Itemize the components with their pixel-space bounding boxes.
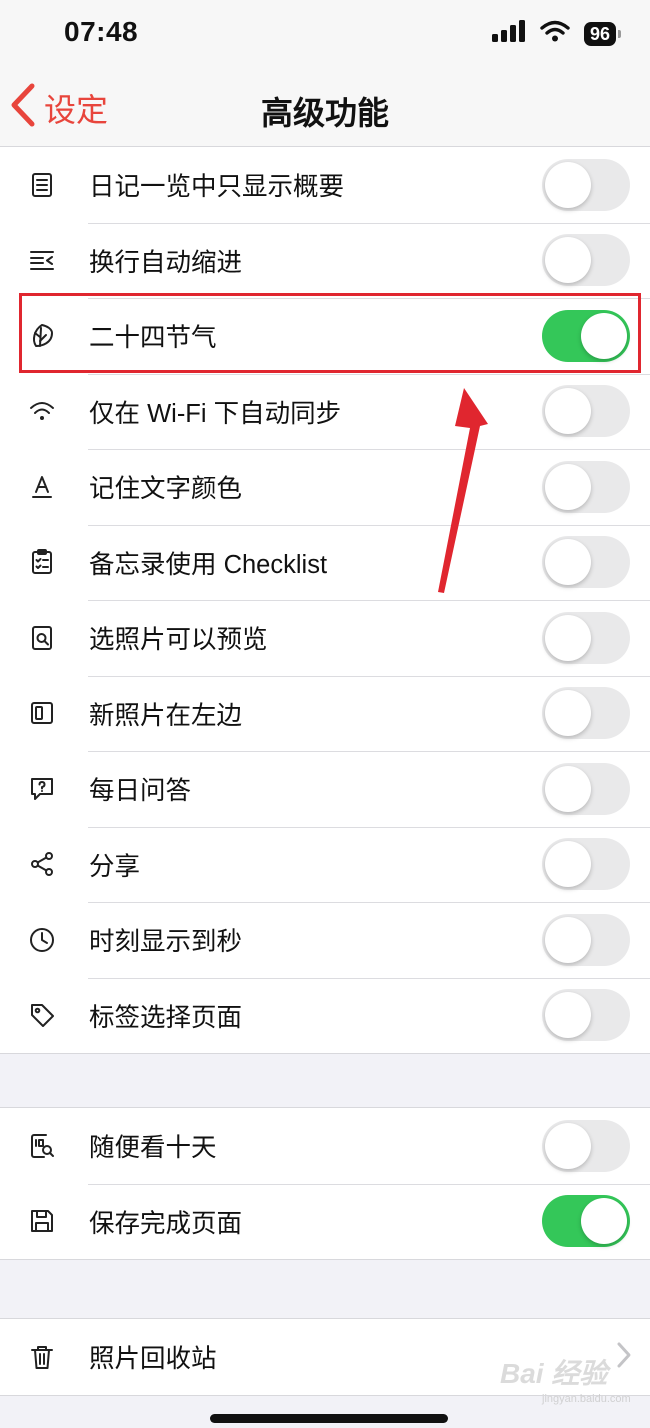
- settings-row-label: 日记一览中只显示概要: [89, 173, 345, 202]
- settings-row[interactable]: 标签选择页面: [0, 977, 650, 1054]
- toggle-switch[interactable]: [542, 309, 630, 362]
- toggle-switch[interactable]: [542, 913, 630, 966]
- settings-row-label: 随便看十天: [89, 1134, 217, 1163]
- question-bubble-icon: [27, 774, 57, 804]
- settings-group-pages: 随便看十天保存完成页面: [0, 1107, 650, 1260]
- settings-row[interactable]: 记住文字颜色: [0, 449, 650, 525]
- status-time: 07:48: [64, 16, 139, 47]
- toggle-knob: [545, 916, 591, 963]
- list-document-icon: [27, 170, 57, 200]
- home-indicator: [210, 1414, 448, 1423]
- settings-row-label: 标签选择页面: [89, 1003, 243, 1032]
- wifi-icon: [27, 396, 57, 426]
- toggle-knob: [581, 312, 627, 359]
- settings-row[interactable]: 仅在 Wi-Fi 下自动同步: [0, 373, 650, 450]
- ten-days-icon: [27, 1131, 57, 1161]
- toggle-knob: [581, 1198, 627, 1245]
- toggle-knob: [545, 539, 591, 586]
- settings-row-label: 每日问答: [89, 777, 192, 806]
- status-icons: 96: [491, 20, 622, 47]
- status-bar: 07:48 96: [0, 0, 650, 70]
- toggle-switch[interactable]: [542, 536, 630, 589]
- settings-row[interactable]: 选照片可以预览: [0, 600, 650, 676]
- toggle-switch[interactable]: [542, 762, 630, 815]
- watermark-logo: Bai 经验: [500, 1358, 608, 1389]
- toggle-switch[interactable]: [542, 1195, 630, 1248]
- toggle-knob: [545, 992, 591, 1039]
- toggle-switch[interactable]: [542, 385, 630, 438]
- settings-row-label: 备忘录使用 Checklist: [89, 550, 328, 579]
- toggle-knob: [545, 161, 591, 208]
- trash-icon: [27, 1342, 57, 1372]
- settings-row[interactable]: 随便看十天: [0, 1108, 650, 1184]
- page-title: 高级功能: [260, 95, 389, 131]
- cellular-signal-icon: [491, 20, 526, 47]
- settings-row-label: 分享: [89, 852, 141, 881]
- toggle-switch[interactable]: [542, 234, 630, 287]
- checklist-icon: [27, 547, 57, 577]
- toggle-switch[interactable]: [542, 611, 630, 664]
- settings-row[interactable]: 换行自动缩进: [0, 222, 650, 299]
- toggle-knob: [545, 614, 591, 661]
- toggle-knob: [545, 237, 591, 284]
- settings-row[interactable]: 二十四节气: [0, 298, 650, 374]
- settings-row-label: 记住文字颜色: [89, 475, 243, 504]
- watermark-url: jingyan.baidu.com: [542, 1393, 631, 1405]
- settings-row-label: 换行自动缩进: [89, 248, 243, 277]
- settings-group-features: 日记一览中只显示概要 换行自动缩进 二十四节气仅在 Wi-Fi 下自动同步 记住文字颜…: [0, 146, 650, 1054]
- photo-left-icon: [27, 698, 57, 728]
- settings-row[interactable]: 每日问答: [0, 751, 650, 827]
- toggle-switch[interactable]: [542, 1119, 630, 1172]
- photo-preview-icon: [27, 623, 57, 653]
- settings-row-label: 选照片可以预览: [89, 626, 268, 655]
- toggle-switch[interactable]: [542, 460, 630, 513]
- toggle-switch[interactable]: [542, 687, 630, 740]
- clock-icon: [27, 925, 57, 955]
- toggle-switch[interactable]: [542, 989, 630, 1042]
- indent-icon: [27, 245, 57, 275]
- toggle-switch[interactable]: [542, 838, 630, 891]
- toggle-knob: [545, 388, 591, 435]
- tag-icon: [27, 1000, 57, 1030]
- settings-row-label: 仅在 Wi-Fi 下自动同步: [89, 399, 342, 428]
- settings-row-label: 照片回收站: [89, 1345, 217, 1374]
- chevron-right-icon: [616, 1341, 632, 1374]
- share-icon: [27, 849, 57, 879]
- settings-row[interactable]: 时刻显示到秒: [0, 902, 650, 978]
- toggle-knob: [545, 1122, 591, 1169]
- save-icon: [27, 1206, 57, 1236]
- navigation-bar: 设定 高级功能: [0, 70, 650, 147]
- battery-indicator: 96: [583, 21, 622, 46]
- toggle-knob: [545, 841, 591, 888]
- settings-row-label: 新照片在左边: [89, 701, 243, 730]
- settings-row[interactable]: 分享: [0, 826, 650, 903]
- toggle-knob: [545, 690, 591, 737]
- settings-row[interactable]: 保存完成页面: [0, 1183, 650, 1260]
- toggle-switch[interactable]: [542, 158, 630, 211]
- settings-row[interactable]: 备忘录使用 Checklist: [0, 524, 650, 601]
- toggle-knob: [545, 463, 591, 510]
- settings-row-label: 二十四节气: [89, 324, 217, 353]
- settings-row[interactable]: 新照片在左边: [0, 675, 650, 752]
- settings-row[interactable]: 日记一览中只显示概要: [0, 147, 650, 223]
- leaf-icon: [27, 321, 57, 351]
- wifi-status-icon: [540, 20, 570, 47]
- text-color-icon: [27, 472, 57, 502]
- toggle-knob: [545, 765, 591, 812]
- settings-row-label: 保存完成页面: [89, 1209, 243, 1238]
- settings-row-label: 时刻显示到秒: [89, 928, 243, 957]
